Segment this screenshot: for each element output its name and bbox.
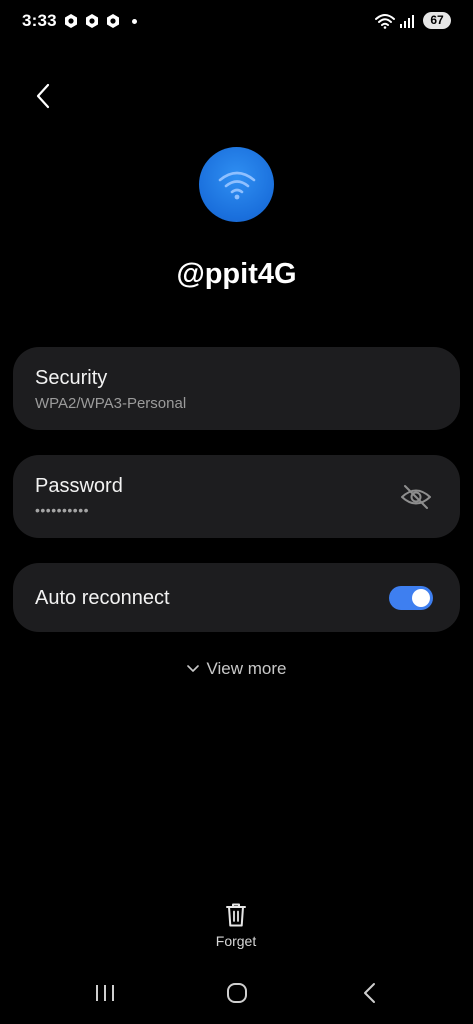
chevron-down-icon [186, 665, 199, 672]
password-title: Password [35, 475, 123, 497]
security-value: WPA2/WPA3-Personal [35, 395, 187, 412]
password-row[interactable]: Password •••••••••• [13, 455, 460, 538]
network-name: @ppit4G [176, 258, 297, 290]
security-title: Security [35, 367, 108, 389]
home-button[interactable] [222, 980, 252, 1006]
hex-app-icon [86, 14, 98, 28]
auto-reconnect-toggle[interactable] [389, 586, 433, 610]
recents-icon [96, 985, 114, 1001]
eye-off-icon [401, 485, 431, 509]
view-more-button[interactable]: View more [0, 659, 473, 679]
forget-button[interactable]: Forget [196, 902, 276, 958]
navigation-bar [0, 968, 473, 1018]
trash-icon [226, 903, 246, 927]
back-icon [364, 983, 375, 1003]
home-icon [227, 983, 247, 1003]
status-bar: 3:33 67 [0, 0, 473, 44]
security-row[interactable]: Security WPA2/WPA3-Personal [13, 347, 460, 430]
status-time: 3:33 [22, 11, 57, 30]
nav-back-button[interactable] [355, 980, 385, 1006]
view-more-label: View more [206, 659, 287, 678]
forget-label: Forget [215, 933, 257, 949]
toggle-knob [412, 589, 430, 607]
wifi-icon [218, 171, 255, 199]
auto-reconnect-title: Auto reconnect [35, 587, 170, 609]
hex-app-icon [107, 14, 119, 28]
status-notification-icons [63, 13, 137, 29]
recents-button[interactable] [90, 980, 120, 1006]
wifi-status-icon [375, 13, 395, 29]
chevron-left-icon [36, 83, 50, 109]
show-password-button[interactable] [400, 482, 432, 512]
hex-app-icon [65, 14, 77, 28]
back-button[interactable] [26, 78, 62, 114]
battery-icon: 67 [423, 12, 451, 29]
notification-dot-icon [132, 18, 137, 24]
network-avatar [199, 147, 274, 222]
status-system-icons: 67 [375, 12, 451, 29]
password-value: •••••••••• [35, 502, 90, 518]
signal-icon [400, 14, 414, 28]
auto-reconnect-row[interactable]: Auto reconnect [13, 563, 460, 632]
